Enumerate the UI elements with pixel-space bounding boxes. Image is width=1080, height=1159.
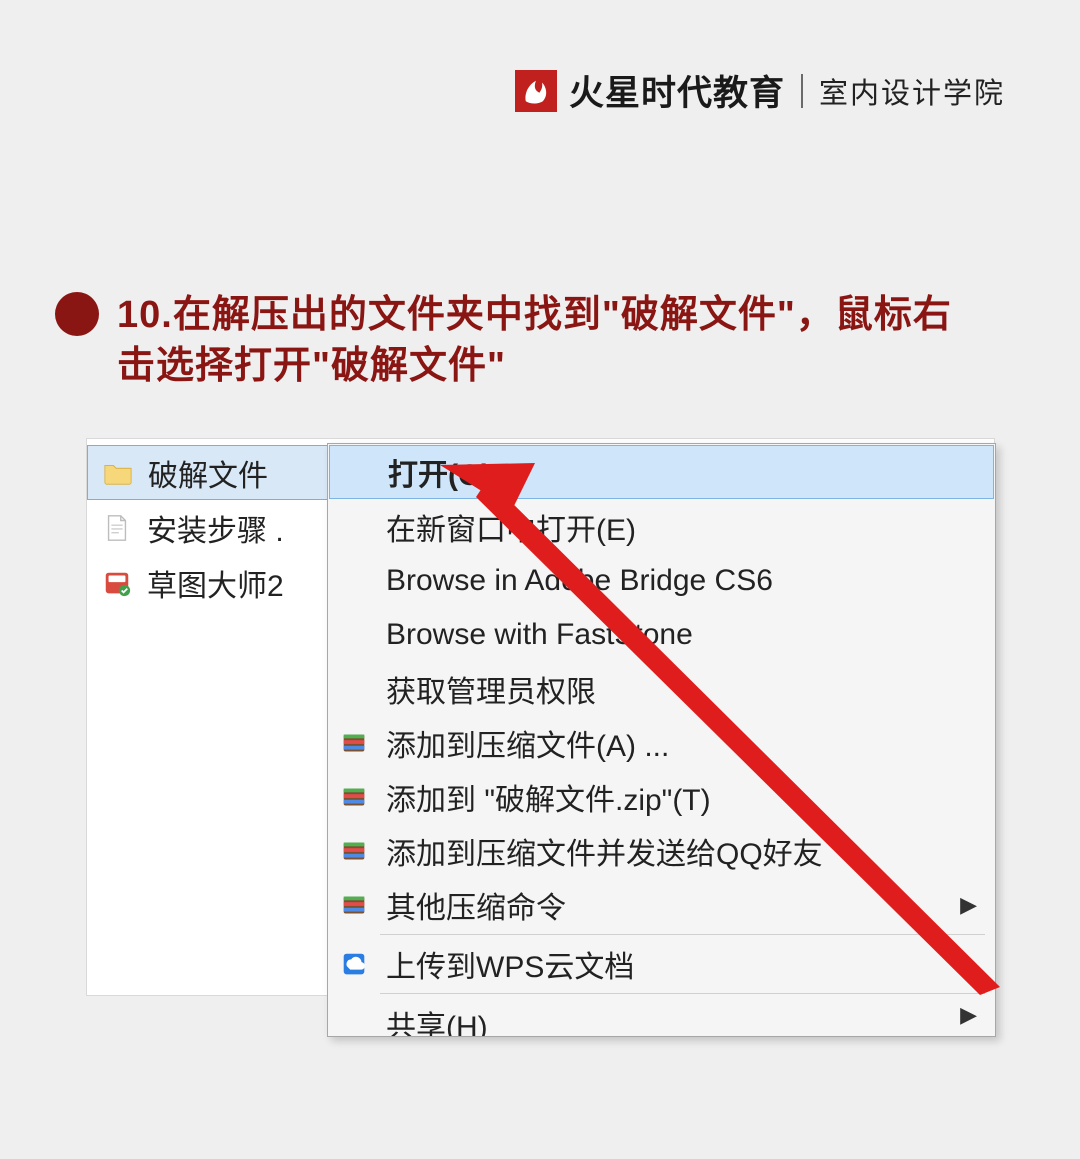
menu-label: 添加到压缩文件(A) ... <box>380 721 985 765</box>
menu-separator <box>380 993 985 994</box>
brand-logo-icon <box>515 70 557 112</box>
context-menu: 打开(O) 在新窗口中打开(E) Browse in Adobe Bridge … <box>327 443 996 1037</box>
menu-gutter <box>328 500 380 554</box>
menu-gutter <box>328 1002 380 1036</box>
step-text: 10.在解压出的文件夹中找到"破解文件"，鼠标右击选择打开"破解文件" <box>117 290 967 393</box>
menu-item-share-cut[interactable]: 共享(H) ▶ <box>328 996 995 1036</box>
brand-main-text: 火星时代教育 <box>569 65 785 116</box>
cloud-upload-icon <box>328 937 380 991</box>
brand-sub-text: 室内设计学院 <box>819 70 1005 112</box>
menu-label: 打开(O) <box>382 450 983 494</box>
menu-item-add-to-archive[interactable]: 添加到压缩文件(A) ... <box>328 716 995 770</box>
menu-item-other-archive[interactable]: 其他压缩命令 ▶ <box>328 878 995 932</box>
menu-label: 上传到WPS云文档 <box>380 942 985 986</box>
menu-label: 共享(H) <box>380 1002 960 1036</box>
step-instruction: 10.在解压出的文件夹中找到"破解文件"，鼠标右击选择打开"破解文件" <box>55 290 967 393</box>
menu-item-open-new-window[interactable]: 在新窗口中打开(E) <box>328 500 995 554</box>
menu-gutter <box>330 446 382 498</box>
menu-item-archive-send-qq[interactable]: 添加到压缩文件并发送给QQ好友 <box>328 824 995 878</box>
folder-icon <box>102 457 134 489</box>
menu-item-open[interactable]: 打开(O) <box>329 445 994 499</box>
archive-icon <box>328 878 380 932</box>
application-icon <box>101 567 133 599</box>
archive-icon <box>328 716 380 770</box>
brand-divider <box>801 74 803 108</box>
step-body: 在解压出的文件夹中找到"破解文件"，鼠标右击选择打开"破解文件" <box>117 294 952 387</box>
menu-label: Browse with FastStone <box>380 618 985 652</box>
menu-gutter <box>328 608 380 662</box>
menu-gutter <box>328 662 380 716</box>
brand-header: 火星时代教育 室内设计学院 <box>515 65 1005 116</box>
archive-icon <box>328 824 380 878</box>
menu-item-admin-rights[interactable]: 获取管理员权限 <box>328 662 995 716</box>
menu-label: 获取管理员权限 <box>380 667 985 711</box>
document-icon <box>101 512 133 544</box>
file-label: 破解文件 <box>148 451 268 495</box>
menu-label: Browse in Adobe Bridge CS6 <box>380 564 985 598</box>
file-label: 安装步骤 . <box>147 506 284 550</box>
submenu-arrow-icon: ▶ <box>960 892 985 918</box>
file-label: 草图大师2 <box>147 561 284 605</box>
menu-separator <box>380 934 985 935</box>
menu-label: 其他压缩命令 <box>380 883 960 927</box>
step-number: 10. <box>117 294 173 336</box>
menu-item-upload-wps[interactable]: 上传到WPS云文档 <box>328 937 995 991</box>
step-bullet-icon <box>55 292 99 336</box>
archive-icon <box>328 770 380 824</box>
menu-item-browse-faststone[interactable]: Browse with FastStone <box>328 608 995 662</box>
menu-item-browse-bridge[interactable]: Browse in Adobe Bridge CS6 <box>328 554 995 608</box>
menu-label: 添加到 "破解文件.zip"(T) <box>380 775 985 819</box>
menu-label: 添加到压缩文件并发送给QQ好友 <box>380 829 985 873</box>
menu-label: 在新窗口中打开(E) <box>380 505 985 549</box>
menu-gutter <box>328 554 380 608</box>
menu-item-add-to-zip-named[interactable]: 添加到 "破解文件.zip"(T) <box>328 770 995 824</box>
submenu-arrow-icon: ▶ <box>960 1002 985 1028</box>
